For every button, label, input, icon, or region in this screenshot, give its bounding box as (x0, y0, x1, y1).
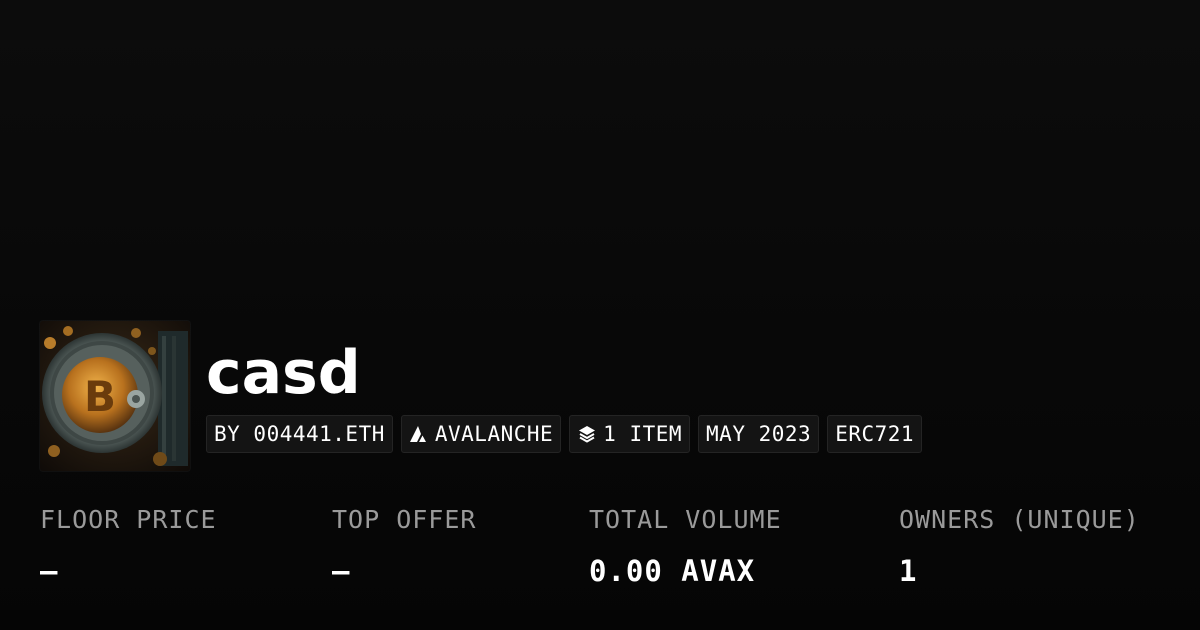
floor-price-stat: FLOOR PRICE — (40, 505, 217, 588)
title-block: casd BY 004441.ETH AVALANCHE 1 ITEM MAY … (206, 321, 923, 453)
owners-value: 1 (899, 554, 918, 588)
top-offer-value: — (332, 554, 351, 588)
creator-label: BY 004441.ETH (214, 422, 385, 446)
collection-image[interactable]: B (40, 321, 190, 471)
layers-icon (579, 426, 596, 443)
floor-price-value: — (40, 554, 59, 588)
top-offer-stat: TOP OFFER — (332, 505, 476, 588)
total-volume-value: 0.00 AVAX (589, 554, 756, 588)
collection-title: casd (206, 338, 361, 408)
date-label: MAY 2023 (706, 422, 812, 446)
top-offer-label: TOP OFFER (332, 505, 477, 534)
svg-text:B: B (84, 372, 116, 421)
floor-price-label: FLOOR PRICE (40, 505, 217, 534)
item-count-tag[interactable]: 1 ITEM (569, 415, 691, 453)
chain-tag[interactable]: AVALANCHE (400, 415, 562, 453)
item-count-label: 1 ITEM (603, 422, 683, 446)
tag-list: BY 004441.ETH AVALANCHE 1 ITEM MAY 2023 (206, 415, 923, 453)
owners-stat: OWNERS (UNIQUE) 1 (899, 505, 1140, 588)
chain-label: AVALANCHE (434, 422, 554, 446)
total-volume-label: TOTAL VOLUME (589, 505, 782, 534)
standard-tag[interactable]: ERC721 (827, 415, 923, 453)
creator-tag[interactable]: BY 004441.ETH (206, 415, 393, 453)
bitcoin-vault-image: B (40, 321, 190, 471)
owners-label: OWNERS (UNIQUE) (899, 505, 1140, 534)
collection-header: B casd BY 004441.ETH AVALANCHE 1 ITEM MA… (40, 321, 923, 471)
date-tag[interactable]: MAY 2023 (698, 415, 820, 453)
standard-label: ERC721 (835, 422, 915, 446)
avalanche-icon (409, 426, 426, 442)
stats-row: FLOOR PRICE — TOP OFFER — TOTAL VOLUME 0… (0, 505, 1200, 605)
total-volume-stat: TOTAL VOLUME 0.00 AVAX (589, 505, 782, 588)
